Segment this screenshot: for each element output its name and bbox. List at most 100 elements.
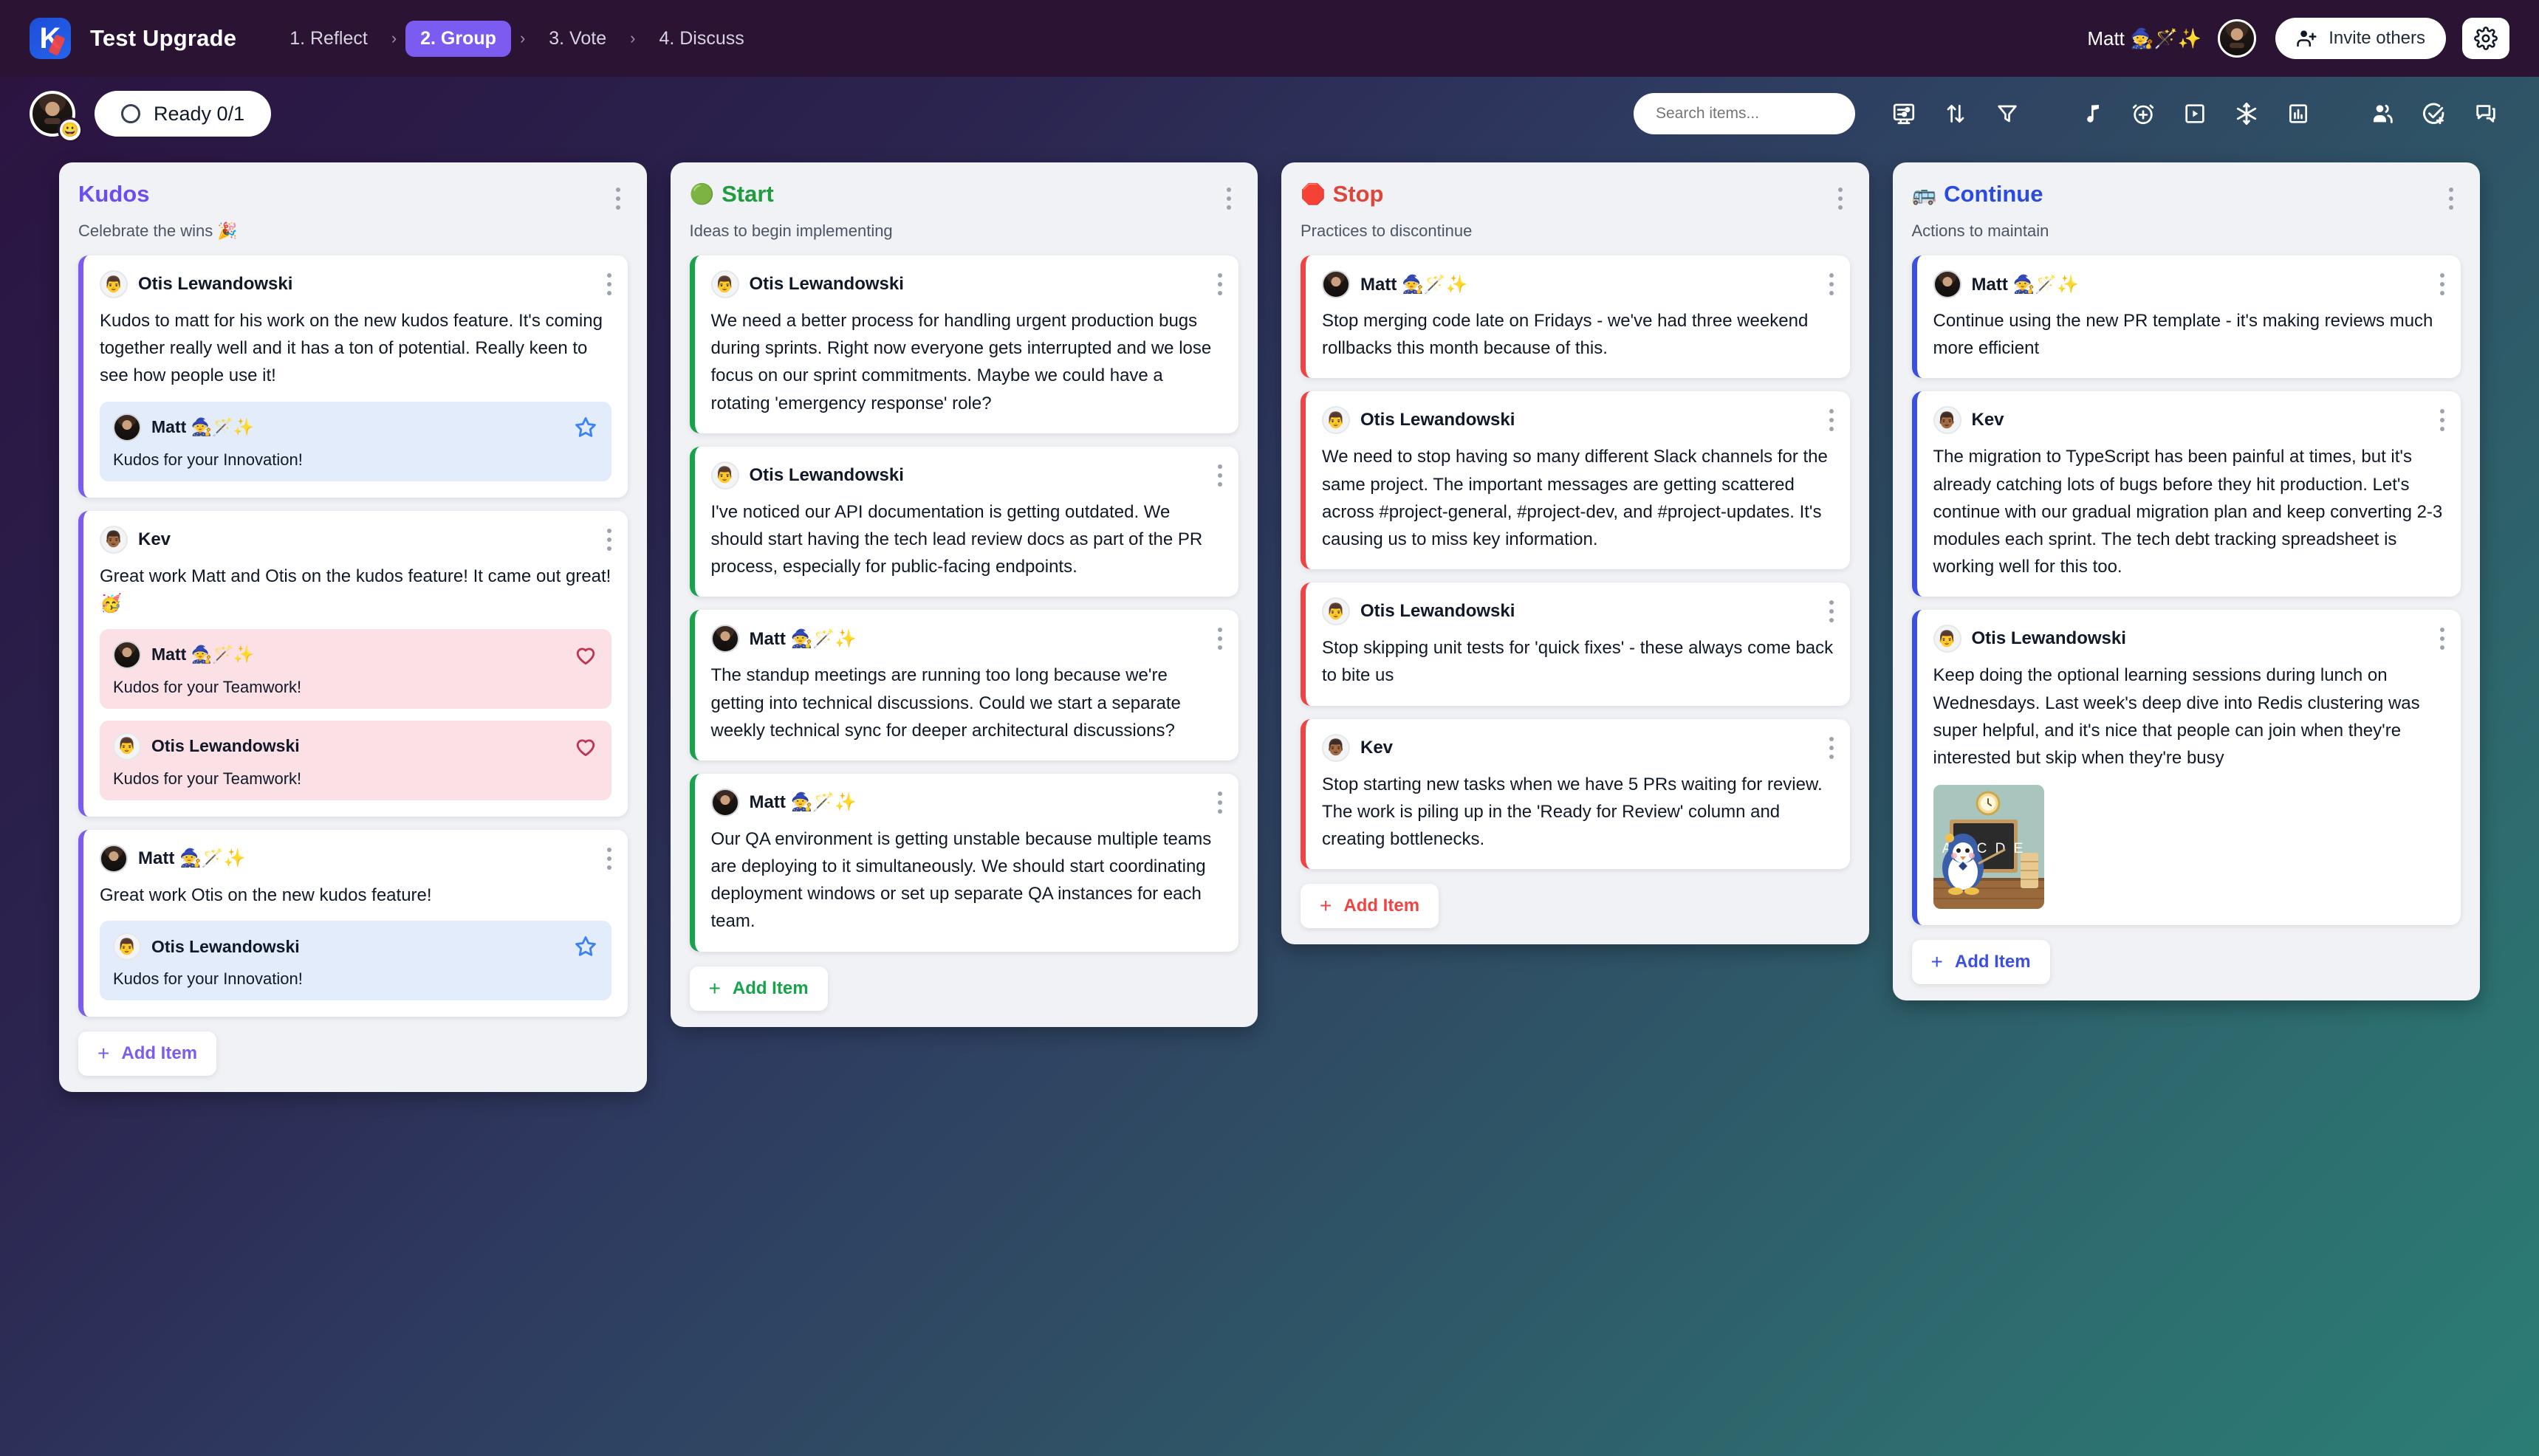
heart-icon[interactable] xyxy=(573,642,598,667)
retro-card[interactable]: 👨Otis LewandowskiKudos to matt for his w… xyxy=(78,255,628,498)
column-menu-button[interactable] xyxy=(609,182,628,210)
step-chevron-icon: › xyxy=(384,29,404,48)
retro-card[interactable]: 👨Otis LewandowskiKeep doing the optional… xyxy=(1912,610,2461,925)
add-item-button[interactable]: +Add Item xyxy=(1301,884,1439,928)
card-menu-button[interactable] xyxy=(1218,273,1222,295)
board-title: Test Upgrade xyxy=(90,25,236,52)
column-menu-button[interactable] xyxy=(1831,182,1850,210)
card-menu-button[interactable] xyxy=(1829,737,1834,759)
card-author: Kev xyxy=(138,529,171,550)
phase-step-2[interactable]: 2. Group xyxy=(405,21,511,57)
card-header: 👨Otis Lewandowski xyxy=(1322,597,1834,625)
card-text: The migration to TypeScript has been pai… xyxy=(1933,443,2445,580)
retro-card[interactable]: Matt 🧙🪄✨The standup meetings are running… xyxy=(690,610,1239,760)
avatar xyxy=(711,625,739,653)
card-menu-button[interactable] xyxy=(607,529,611,551)
retro-card[interactable]: Matt 🧙🪄✨Stop merging code late on Friday… xyxy=(1301,255,1850,378)
add-item-button[interactable]: + Add Item xyxy=(690,966,828,1011)
column-card-list: 👨 Otis Lewandowski Kudos to matt for his w… xyxy=(78,255,628,1017)
card-author: Otis Lewandowski xyxy=(750,274,904,295)
card-menu-button[interactable] xyxy=(2440,628,2444,650)
retro-card[interactable]: 👨Otis LewandowskiWe need a better proces… xyxy=(690,255,1239,433)
phase-step-3[interactable]: 3. Vote xyxy=(534,21,621,57)
add-item-button[interactable]: +Add Item xyxy=(78,1031,216,1076)
timer-button[interactable] xyxy=(2120,90,2167,137)
phase-step-1[interactable]: 1. Reflect xyxy=(275,21,383,57)
ready-toggle-button[interactable]: Ready 0/1 xyxy=(95,91,271,137)
kudos-reaction-item[interactable]: 👨Otis LewandowskiKudos for your Teamwork… xyxy=(100,721,611,800)
invite-others-button[interactable]: Invite others xyxy=(2275,18,2446,59)
column-stop: 🛑StopPractices to discontinueMatt 🧙🪄✨Sto… xyxy=(1281,162,1869,944)
presence-emoji-badge[interactable]: 😀 xyxy=(58,117,83,142)
avatar: 👨 xyxy=(1933,625,1961,653)
avatar: 👨 xyxy=(113,732,141,760)
kudos-reaction-item[interactable]: Matt 🧙🪄✨Kudos for your Teamwork! xyxy=(100,629,611,709)
column-start: 🟢StartIdeas to begin implementing👨Otis L… xyxy=(671,162,1258,1027)
column-title: 🚌Continue xyxy=(1912,182,2043,207)
card-menu-button[interactable] xyxy=(2440,409,2444,431)
step-chevron-icon: › xyxy=(513,29,532,48)
card-menu-button[interactable] xyxy=(1829,273,1834,295)
kudos-reaction-item[interactable]: 👨Otis LewandowskiKudos for your Innovati… xyxy=(100,921,611,1000)
snowflake-button[interactable] xyxy=(2223,90,2270,137)
avatar xyxy=(113,413,141,442)
card-menu-button[interactable] xyxy=(1829,600,1834,622)
star-icon[interactable] xyxy=(573,415,598,440)
card-menu-button[interactable] xyxy=(607,273,611,295)
penguin-teacher-chalkboard-image[interactable]: A B C D E xyxy=(1933,785,2044,909)
retro-card[interactable]: 👨🏾Kev The migration to TypeScript has bee… xyxy=(1912,391,2461,597)
column-kudos: KudosCelebrate the wins 🎉👨Otis Lewandows… xyxy=(59,162,647,1092)
card-author: Otis Lewandowski xyxy=(138,274,292,295)
card-menu-button[interactable] xyxy=(2440,273,2444,295)
add-item-label: Add Item xyxy=(733,978,809,999)
filter-button[interactable] xyxy=(1984,90,2031,137)
music-button[interactable] xyxy=(2068,90,2115,137)
retro-card[interactable]: Matt 🧙🪄✨Great work Otis on the new kudos… xyxy=(78,830,628,1017)
board-toolbar: 😀 Ready 0/1 xyxy=(0,77,2539,151)
header-avatar[interactable] xyxy=(2218,19,2256,58)
retro-card[interactable]: Matt 🧙🪄✨Our QA environment is getting un… xyxy=(690,774,1239,952)
column-title-label: Stop xyxy=(1333,182,1384,207)
action-items-button[interactable] xyxy=(2410,90,2458,137)
retro-card[interactable]: 👨🏾KevStop starting new tasks when we hav… xyxy=(1301,719,1850,870)
column-menu-button[interactable] xyxy=(2442,182,2461,210)
column-title-label: Start xyxy=(722,182,774,207)
comments-button[interactable] xyxy=(2462,90,2509,137)
retro-card[interactable]: 👨Otis LewandowskiI've noticed our API do… xyxy=(690,447,1239,597)
add-item-button[interactable]: +Add Item xyxy=(1912,940,2050,984)
plus-icon: + xyxy=(709,978,721,999)
column-header: 🚌Continue xyxy=(1912,182,2461,210)
card-author: Matt 🧙🪄✨ xyxy=(1360,274,1468,295)
kudos-reaction-text: Kudos for your Innovation! xyxy=(113,969,598,989)
card-menu-button[interactable] xyxy=(1218,791,1222,814)
presence-avatar-wrap[interactable]: 😀 xyxy=(30,91,75,137)
participants-button[interactable] xyxy=(2359,90,2406,137)
analytics-button[interactable] xyxy=(2275,90,2322,137)
card-header: 👨🏾Kev xyxy=(1933,406,2445,434)
star-icon[interactable] xyxy=(573,934,598,959)
kudos-reaction-text: Kudos for your Teamwork! xyxy=(113,769,598,789)
sort-button[interactable] xyxy=(1932,90,1979,137)
card-menu-button[interactable] xyxy=(1218,464,1222,487)
settings-button[interactable] xyxy=(2462,18,2509,59)
kudos-reaction-item[interactable]: Matt 🧙🪄✨Kudos for your Innovation! xyxy=(100,402,611,481)
column-subtitle: Actions to maintain xyxy=(1912,222,2461,241)
retro-card[interactable]: Matt 🧙🪄✨Continue using the new PR templa… xyxy=(1912,255,2461,378)
present-button[interactable] xyxy=(2171,90,2218,137)
search-input[interactable] xyxy=(1634,93,1855,134)
card-menu-button[interactable] xyxy=(607,848,611,870)
card-text: Kudos to matt for his work on the new ku… xyxy=(100,307,611,390)
card-header: Matt 🧙🪄✨ xyxy=(711,789,1223,817)
music-note-icon xyxy=(2080,102,2103,126)
phase-step-4[interactable]: 4. Discuss xyxy=(644,21,758,57)
retro-card[interactable]: 👨🏾KevGreat work Matt and Otis on the kud… xyxy=(78,511,628,817)
add-item-label: Add Item xyxy=(1955,952,2031,972)
presentation-settings-button[interactable] xyxy=(1880,90,1928,137)
card-menu-button[interactable] xyxy=(1829,409,1834,431)
retro-card[interactable]: 👨Otis LewandowskiWe need to stop having … xyxy=(1301,391,1850,569)
column-subtitle: Practices to discontinue xyxy=(1301,222,1850,241)
heart-icon[interactable] xyxy=(573,734,598,759)
card-menu-button[interactable] xyxy=(1218,628,1222,650)
column-menu-button[interactable] xyxy=(1219,182,1238,210)
retro-card[interactable]: 👨Otis LewandowskiStop skipping unit test… xyxy=(1301,583,1850,705)
